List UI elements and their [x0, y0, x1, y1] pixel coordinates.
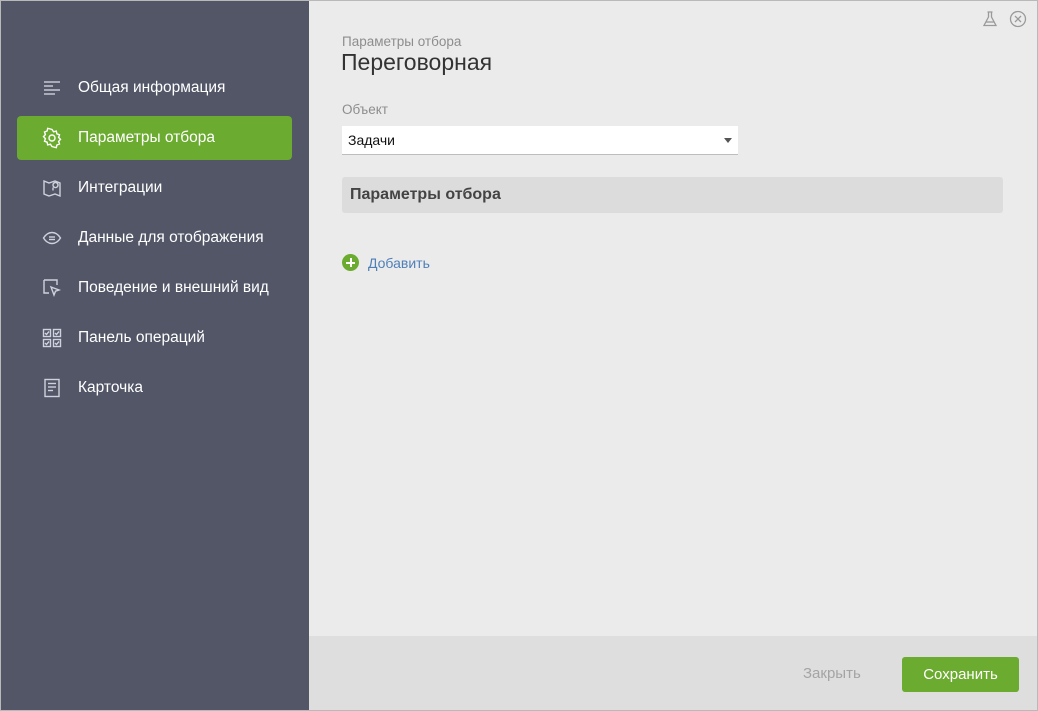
sidebar-item-label: Интеграции	[78, 179, 163, 196]
close-circle-icon[interactable]	[1009, 10, 1027, 28]
save-button[interactable]: Сохранить	[902, 657, 1019, 692]
sidebar-nav: Общая информация Параметры отбора Интегр…	[17, 66, 292, 416]
page-title: Переговорная	[341, 49, 493, 75]
map-pin-icon	[41, 177, 63, 199]
close-button[interactable]: Закрыть	[803, 665, 861, 682]
sidebar: Общая информация Параметры отбора Интегр…	[1, 1, 309, 710]
add-button[interactable]: Добавить	[342, 254, 430, 271]
main-content: Параметры отбора Переговорная Объект Зад…	[309, 1, 1037, 636]
checklist-grid-icon	[41, 327, 63, 349]
cursor-icon	[41, 277, 63, 299]
chevron-down-icon[interactable]	[724, 138, 732, 143]
add-button-label: Добавить	[368, 254, 430, 271]
sidebar-item-label: Данные для отображения	[78, 229, 264, 246]
footer-bar: Закрыть Сохранить	[309, 636, 1037, 710]
sidebar-item-behavior[interactable]: Поведение и внешний вид	[17, 266, 292, 310]
lines-icon	[41, 77, 63, 99]
sidebar-item-label: Поведение и внешний вид	[78, 279, 269, 296]
sidebar-item-integrations[interactable]: Интеграции	[17, 166, 292, 210]
plus-circle-icon	[342, 254, 359, 271]
sidebar-item-label: Параметры отбора	[78, 129, 216, 146]
object-select[interactable]: Задачи	[342, 126, 738, 155]
sidebar-item-card[interactable]: Карточка	[17, 366, 292, 410]
sidebar-item-display-data[interactable]: Данные для отображения	[17, 216, 292, 260]
gear-icon	[41, 127, 63, 149]
sidebar-item-label: Панель операций	[78, 329, 205, 346]
card-icon	[41, 377, 63, 399]
flask-icon[interactable]	[981, 10, 999, 28]
settings-window: Общая информация Параметры отбора Интегр…	[0, 0, 1038, 711]
sidebar-item-filter-params[interactable]: Параметры отбора	[17, 116, 292, 160]
object-field-label: Объект	[342, 102, 388, 117]
filter-params-section-header: Параметры отбора	[342, 177, 1003, 213]
page-subtitle: Параметры отбора	[342, 34, 462, 49]
eye-icon	[41, 227, 63, 249]
sidebar-item-general-info[interactable]: Общая информация	[17, 66, 292, 110]
sidebar-item-label: Карточка	[78, 379, 143, 396]
sidebar-item-operations-panel[interactable]: Панель операций	[17, 316, 292, 360]
sidebar-item-label: Общая информация	[78, 79, 226, 96]
window-controls	[981, 10, 1027, 28]
object-select-value: Задачи	[348, 132, 396, 148]
